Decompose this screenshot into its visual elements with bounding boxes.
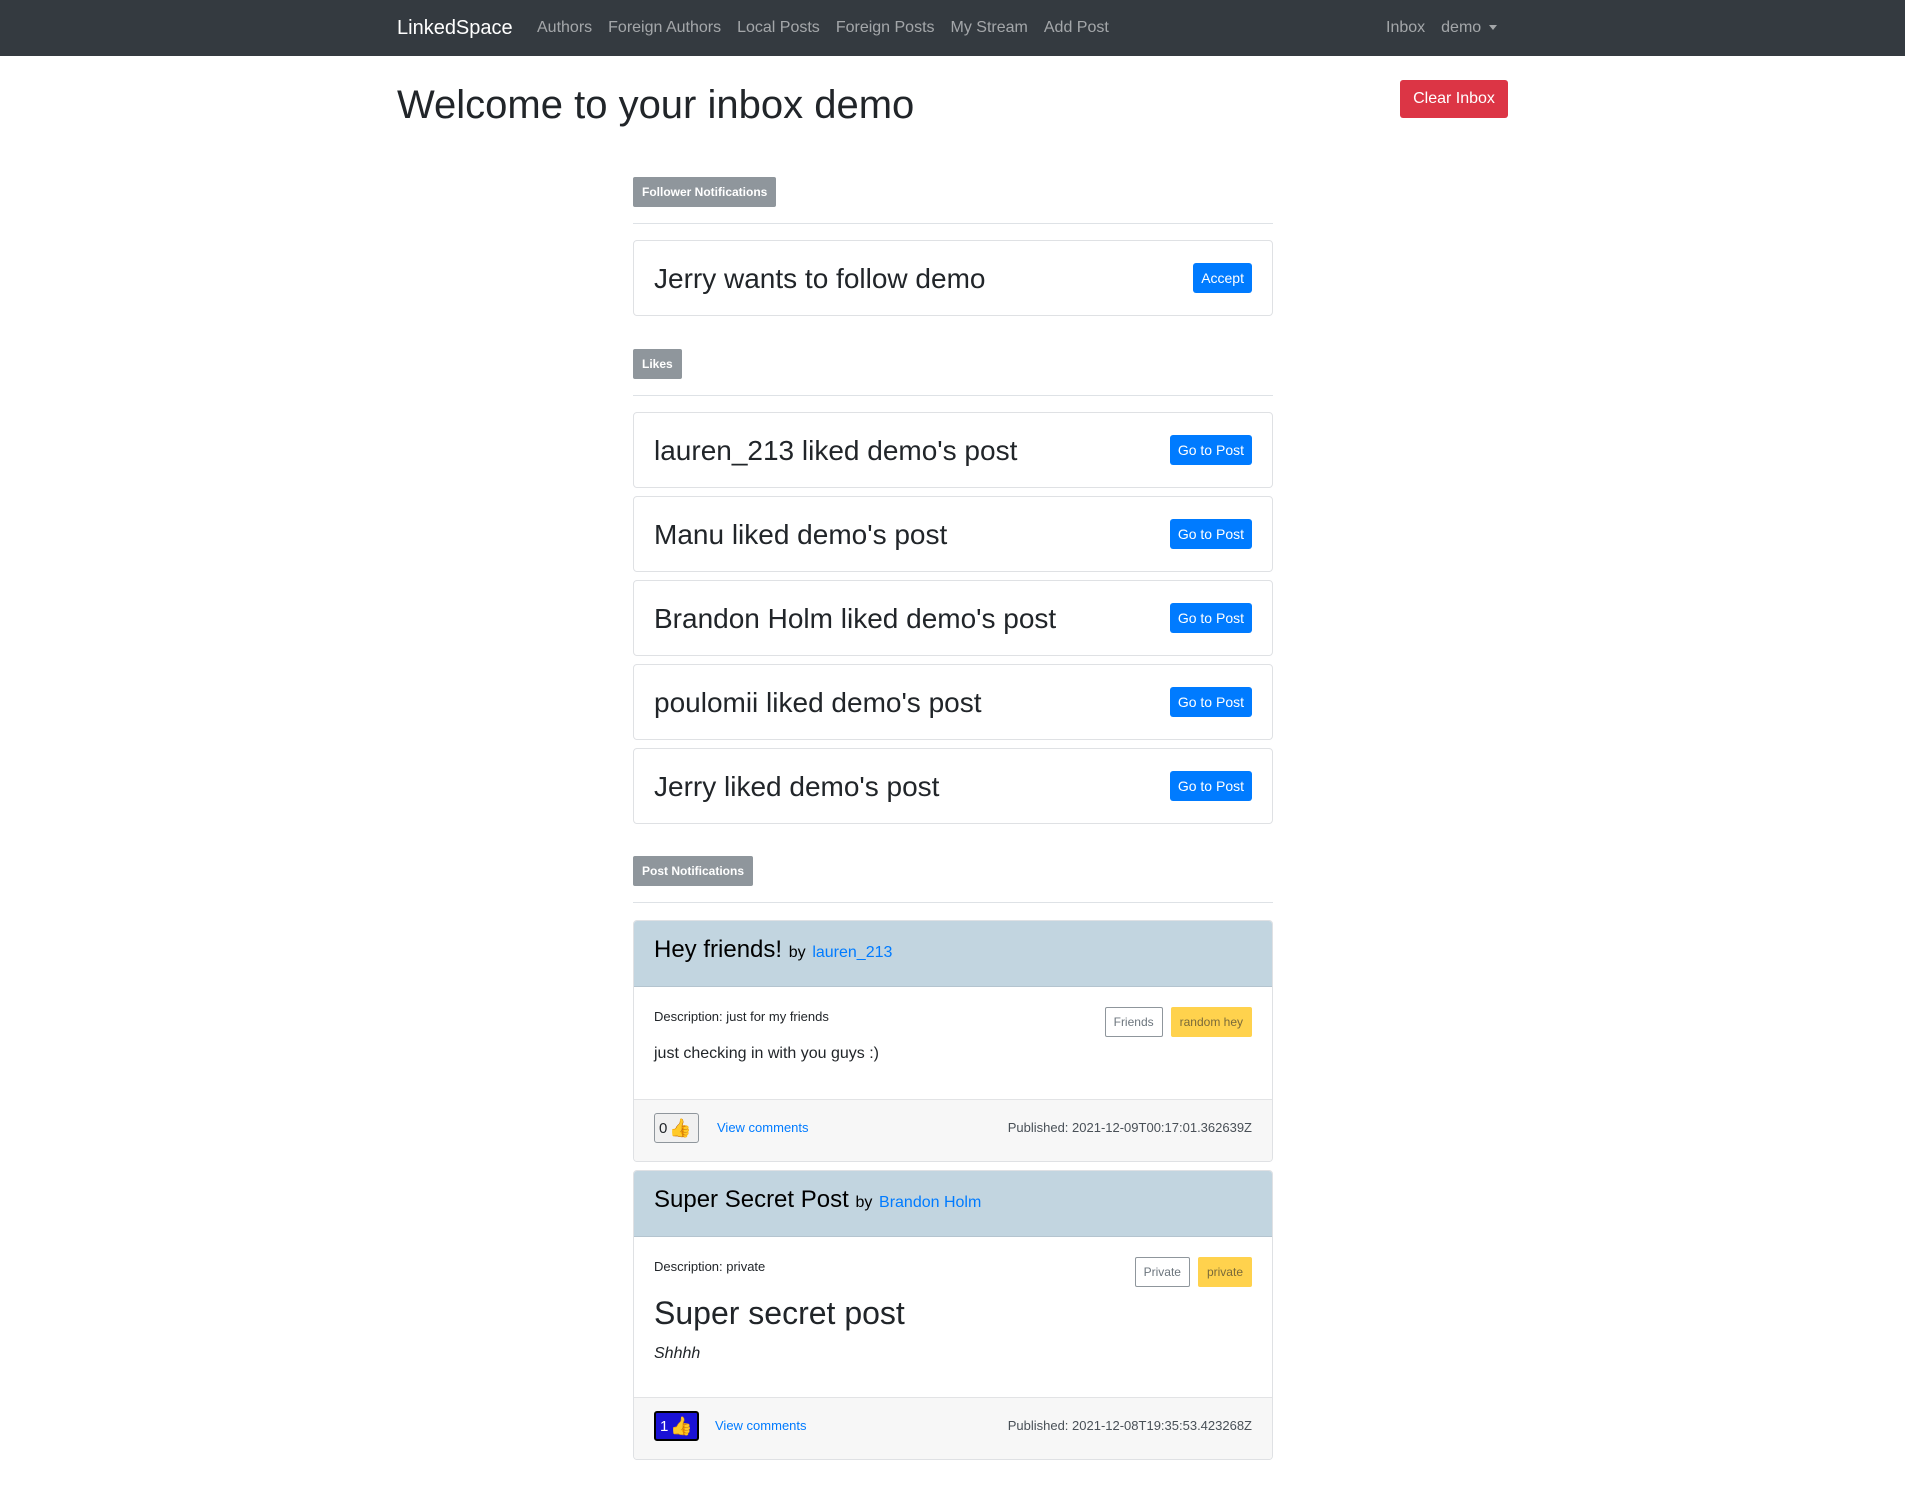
clear-inbox-button[interactable]: Clear Inbox xyxy=(1400,80,1508,118)
category-tag: private xyxy=(1197,1257,1252,1287)
like-card: Jerry liked demo's post Go to Post xyxy=(633,748,1273,824)
brand-logo[interactable]: LinkedSpace xyxy=(397,16,513,40)
post-card: Super Secret Post by Brandon Holm Descri… xyxy=(633,1170,1273,1460)
nav-link-authors[interactable]: Authors xyxy=(537,17,592,39)
post-tags: Friends random hey xyxy=(1097,1007,1252,1037)
nav-links: Authors Foreign Authors Local Posts Fore… xyxy=(537,17,1125,39)
nav-link-foreign-authors[interactable]: Foreign Authors xyxy=(608,17,721,39)
user-dropdown-label: demo xyxy=(1441,19,1482,36)
like-card: lauren_213 liked demo's post Go to Post xyxy=(633,412,1273,488)
post-author-link[interactable]: Brandon Holm xyxy=(879,1194,981,1211)
category-tag: random hey xyxy=(1170,1007,1252,1037)
like-card: poulomii liked demo's post Go to Post xyxy=(633,664,1273,740)
go-to-post-button[interactable]: Go to Post xyxy=(1169,603,1252,633)
go-to-post-button[interactable]: Go to Post xyxy=(1169,687,1252,717)
post-header: Super Secret Post by Brandon Holm xyxy=(634,1171,1272,1237)
follower-notifications-badge: Follower Notifications xyxy=(633,177,777,207)
view-comments-link[interactable]: View comments xyxy=(717,1120,809,1135)
post-title-line: Super Secret Post by Brandon Holm xyxy=(654,1185,981,1218)
thumbs-up-icon: 👍 xyxy=(669,1117,692,1138)
view-comments-link[interactable]: View comments xyxy=(715,1418,807,1433)
post-description: Description: just for my friends xyxy=(654,1009,829,1024)
visibility-tag: Friends xyxy=(1104,1007,1163,1037)
post-title[interactable]: Super Secret Post xyxy=(654,1186,849,1213)
likes-badge: Likes xyxy=(633,349,682,379)
post-by-label: by xyxy=(788,944,806,961)
published-timestamp: Published: 2021-12-09T00:17:01.362639Z xyxy=(1007,1120,1252,1135)
post-footer: 0 👍 View comments Published: 2021-12-09T0… xyxy=(634,1099,1272,1161)
caret-down-icon xyxy=(1489,25,1498,31)
like-button[interactable]: 1 👍 xyxy=(654,1411,699,1441)
like-text: Jerry liked demo's post xyxy=(654,771,940,802)
post-description: Description: private xyxy=(654,1259,766,1274)
nav-link-foreign-posts[interactable]: Foreign Posts xyxy=(836,17,935,39)
like-text: lauren_213 liked demo's post xyxy=(654,435,1018,466)
nav-link-my-stream[interactable]: My Stream xyxy=(951,17,1028,39)
like-text: Brandon Holm liked demo's post xyxy=(654,603,1057,634)
like-button[interactable]: 0 👍 xyxy=(654,1113,699,1143)
like-card: Brandon Holm liked demo's post Go to Pos… xyxy=(633,580,1273,656)
follow-request-text: Jerry wants to follow demo xyxy=(654,263,986,294)
post-body: Shhhh xyxy=(654,1345,701,1362)
post-card: Hey friends! by lauren_213 Description: … xyxy=(633,920,1273,1162)
post-by-label: by xyxy=(855,1194,873,1211)
divider xyxy=(633,223,1273,224)
like-text: Manu liked demo's post xyxy=(654,519,948,550)
visibility-tag: Private xyxy=(1134,1257,1190,1287)
navbar: LinkedSpace Authors Foreign Authors Loca… xyxy=(0,0,1905,56)
user-dropdown[interactable]: demo xyxy=(1441,17,1498,39)
like-text: poulomii liked demo's post xyxy=(654,687,982,718)
nav-right: Inbox demo xyxy=(1386,17,1498,39)
page-title: Welcome to your inbox demo xyxy=(397,83,915,127)
post-body: just checking in with you guys :) xyxy=(654,1045,879,1062)
nav-link-add-post[interactable]: Add Post xyxy=(1044,17,1109,39)
nav-link-inbox[interactable]: Inbox xyxy=(1386,17,1425,39)
post-content-heading: Super secret post xyxy=(654,1295,905,1331)
post-tags: Private private xyxy=(1127,1257,1252,1287)
go-to-post-button[interactable]: Go to Post xyxy=(1169,435,1252,465)
post-title[interactable]: Hey friends! xyxy=(654,936,782,963)
accept-button[interactable]: Accept xyxy=(1193,263,1252,293)
nav-link-local-posts[interactable]: Local Posts xyxy=(737,17,820,39)
post-footer: 1 👍 View comments Published: 2021-12-08T1… xyxy=(634,1397,1272,1459)
like-count: 0 xyxy=(659,1119,668,1137)
go-to-post-button[interactable]: Go to Post xyxy=(1169,771,1252,801)
like-count: 1 xyxy=(660,1417,669,1435)
post-title-line: Hey friends! by lauren_213 xyxy=(654,935,892,968)
post-author-link[interactable]: lauren_213 xyxy=(812,944,892,961)
published-timestamp: Published: 2021-12-08T19:35:53.423268Z xyxy=(1007,1418,1252,1433)
divider xyxy=(633,395,1273,396)
like-card: Manu liked demo's post Go to Post xyxy=(633,496,1273,572)
post-notifications-badge: Post Notifications xyxy=(633,856,754,886)
follow-request-card: Jerry wants to follow demo Accept xyxy=(633,240,1273,316)
go-to-post-button[interactable]: Go to Post xyxy=(1169,519,1252,549)
post-header: Hey friends! by lauren_213 xyxy=(634,921,1272,987)
divider xyxy=(633,902,1273,903)
thumbs-up-icon: 👍 xyxy=(670,1415,693,1436)
